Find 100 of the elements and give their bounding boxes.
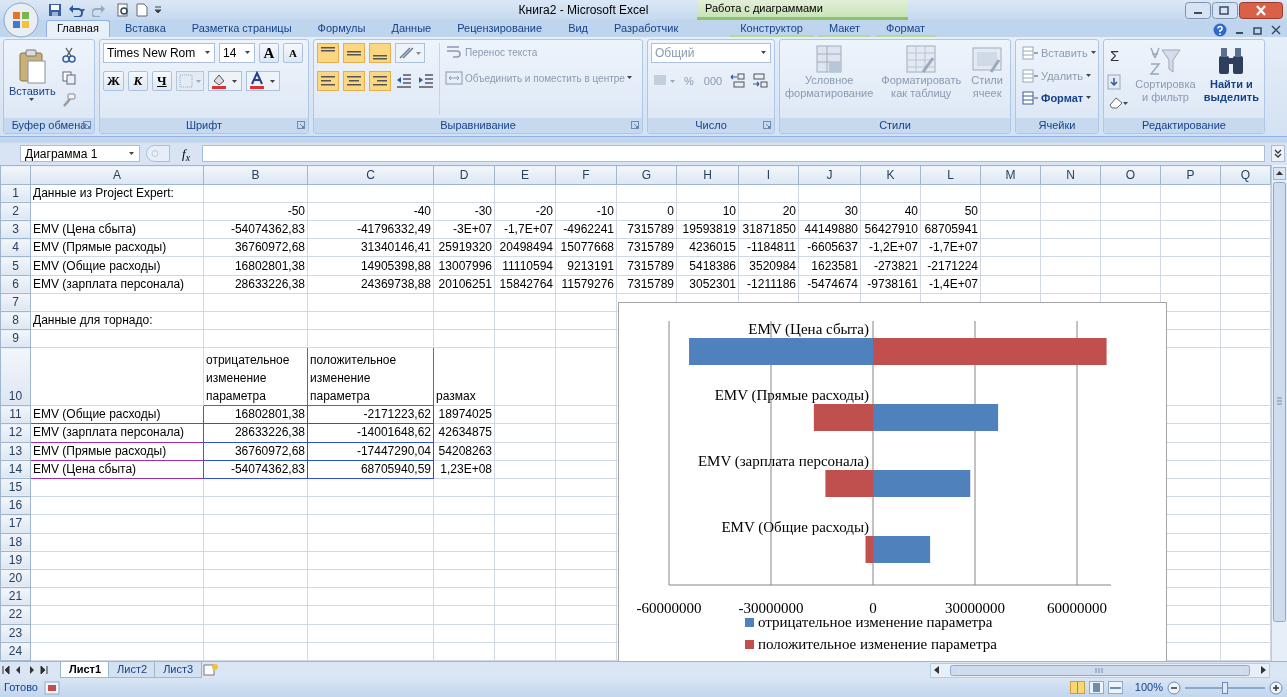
middle-align-icon[interactable] (343, 43, 365, 63)
bottom-align-icon[interactable] (369, 43, 391, 63)
align-center-icon[interactable] (343, 71, 365, 91)
column-header[interactable]: D (433, 165, 495, 185)
underline-button[interactable]: Ч (151, 71, 172, 91)
caret-icon[interactable] (245, 51, 251, 55)
table-cell: -10 (555, 202, 617, 221)
macro-record-icon[interactable] (43, 680, 60, 695)
italic-button[interactable]: К (127, 71, 148, 91)
expand-formula-bar-icon[interactable] (1271, 145, 1285, 163)
column-header[interactable]: Q (1220, 165, 1271, 185)
caret-icon[interactable] (1086, 96, 1093, 101)
print-preview-icon[interactable] (116, 3, 130, 17)
column-header[interactable]: G (616, 165, 677, 185)
column-header[interactable]: E (494, 165, 556, 185)
paste-button[interactable]: Вставить (7, 43, 58, 115)
zoom-level[interactable]: 100% (1134, 679, 1163, 696)
ribbon-tab[interactable]: Главная (46, 20, 110, 37)
bold-button[interactable]: Ж (103, 71, 124, 91)
new-document-icon[interactable] (136, 3, 148, 17)
table-cell: 15077668 (555, 238, 617, 257)
increase-indent-icon[interactable] (417, 71, 435, 91)
scroll-thumb-icon[interactable] (1273, 182, 1286, 623)
caret-icon[interactable] (129, 152, 135, 156)
customize-caret-icon[interactable] (154, 6, 162, 14)
column-header[interactable]: P (1160, 165, 1221, 185)
zoom-slider-thumb[interactable] (1222, 681, 1228, 694)
top-align-icon[interactable] (317, 43, 339, 63)
insert-function-button[interactable]: f$_{x}$ (176, 144, 196, 164)
table-cell: Данные для торнадо: (30, 311, 204, 330)
caret-icon[interactable] (205, 51, 211, 55)
table-cell: -20 (494, 202, 556, 221)
name-box-field[interactable]: Диаграмма 1 (20, 145, 140, 163)
autosum-button[interactable]: Σ (1107, 43, 1129, 70)
sheet-tab[interactable]: Лист2 (108, 662, 157, 679)
help-icon[interactable] (1213, 23, 1227, 37)
dialog-launcher-icon[interactable] (631, 120, 639, 129)
decrease-decimal-icon[interactable] (751, 72, 770, 91)
font-color-icon[interactable] (245, 71, 280, 91)
close-icon[interactable] (1271, 25, 1281, 35)
zoom-out-icon[interactable] (1167, 680, 1181, 695)
ribbon-tab[interactable]: Разработчик (603, 20, 690, 37)
dialog-launcher-icon[interactable] (297, 120, 305, 129)
scissors-icon[interactable] (61, 47, 76, 63)
column-header[interactable]: B (203, 165, 308, 185)
align-right-icon[interactable] (369, 71, 391, 91)
ribbon-tab[interactable]: Вид (557, 20, 600, 37)
font-size-field[interactable]: 14 (219, 43, 255, 63)
save-icon[interactable] (48, 3, 62, 17)
increase-decimal-icon[interactable] (729, 72, 748, 91)
zoom-in-icon[interactable] (1269, 680, 1283, 695)
sheet-tab[interactable]: Лист1 (60, 662, 111, 679)
format-painter-icon[interactable] (61, 93, 76, 107)
minimize-icon[interactable] (1185, 1, 1211, 19)
find-select-button[interactable]: Найти и выделить (1201, 43, 1261, 115)
page-break-view-button[interactable] (1107, 681, 1123, 695)
close-icon[interactable] (1239, 1, 1283, 19)
restore-icon[interactable] (1253, 25, 1263, 35)
restore-icon[interactable] (1212, 1, 1238, 19)
decrease-indent-icon[interactable] (395, 71, 413, 91)
table-cell: -30 (433, 202, 495, 221)
ribbon-tab[interactable]: Рецензирование (446, 20, 554, 37)
column-header[interactable]: J (798, 165, 861, 185)
scroll-up-icon[interactable] (1273, 167, 1286, 181)
column-header[interactable]: N (1040, 165, 1101, 185)
font-name-field[interactable]: Times New Rom (103, 43, 215, 63)
page-layout-view-button[interactable] (1088, 681, 1104, 695)
column-header[interactable]: F (555, 165, 617, 185)
group-label: Редактирование (1142, 118, 1226, 131)
merge-center-command: Объединить и поместить в центре (444, 69, 634, 87)
text-orientation-icon[interactable] (395, 43, 425, 63)
ribbon-tab[interactable]: Данные (380, 20, 443, 37)
fill-color-icon[interactable] (207, 71, 242, 91)
column-header[interactable]: I (738, 165, 799, 185)
copy-icon[interactable] (61, 71, 76, 85)
normal-view-button[interactable] (1069, 681, 1085, 695)
table-cell: 25919320 (433, 238, 495, 257)
formula-input-field[interactable] (201, 145, 1265, 163)
group-label: Выравнивание (440, 118, 516, 131)
scroll-thumb-icon[interactable] (950, 664, 1250, 676)
column-header[interactable]: C (307, 165, 434, 185)
column-header[interactable]: H (676, 165, 739, 185)
format-cells-button[interactable]: Формат (1019, 88, 1095, 109)
align-left-icon[interactable] (317, 71, 339, 91)
column-header[interactable]: K (860, 165, 921, 185)
ribbon-tab[interactable]: Формулы (306, 20, 377, 37)
shrink-font-button[interactable]: A (283, 43, 303, 63)
dialog-launcher-icon[interactable] (763, 120, 771, 129)
column-header[interactable]: M (980, 165, 1041, 185)
grow-font-button[interactable]: A (259, 43, 279, 63)
ribbon-tab[interactable]: Вставка (113, 20, 177, 37)
ribbon-tab[interactable]: Разметка страницы (180, 20, 303, 37)
caret-icon[interactable] (29, 98, 36, 102)
row-header[interactable]: 10 (0, 347, 31, 406)
column-header[interactable]: O (1100, 165, 1161, 185)
sheet-tab[interactable]: Лист3 (154, 662, 203, 679)
column-header[interactable]: A (30, 165, 204, 185)
column-header[interactable]: L (920, 165, 981, 185)
undo-icon[interactable] (68, 3, 86, 17)
chart-area[interactable]: EMV (Цена сбыта) EMV (Прямые расходы) EMV (зарплата персонала) EMV (Общие расходы) -60000000 -30000000 0 30000000 60000000 отрицательное изменение параметра положительное изменение параметра (618, 302, 1167, 662)
